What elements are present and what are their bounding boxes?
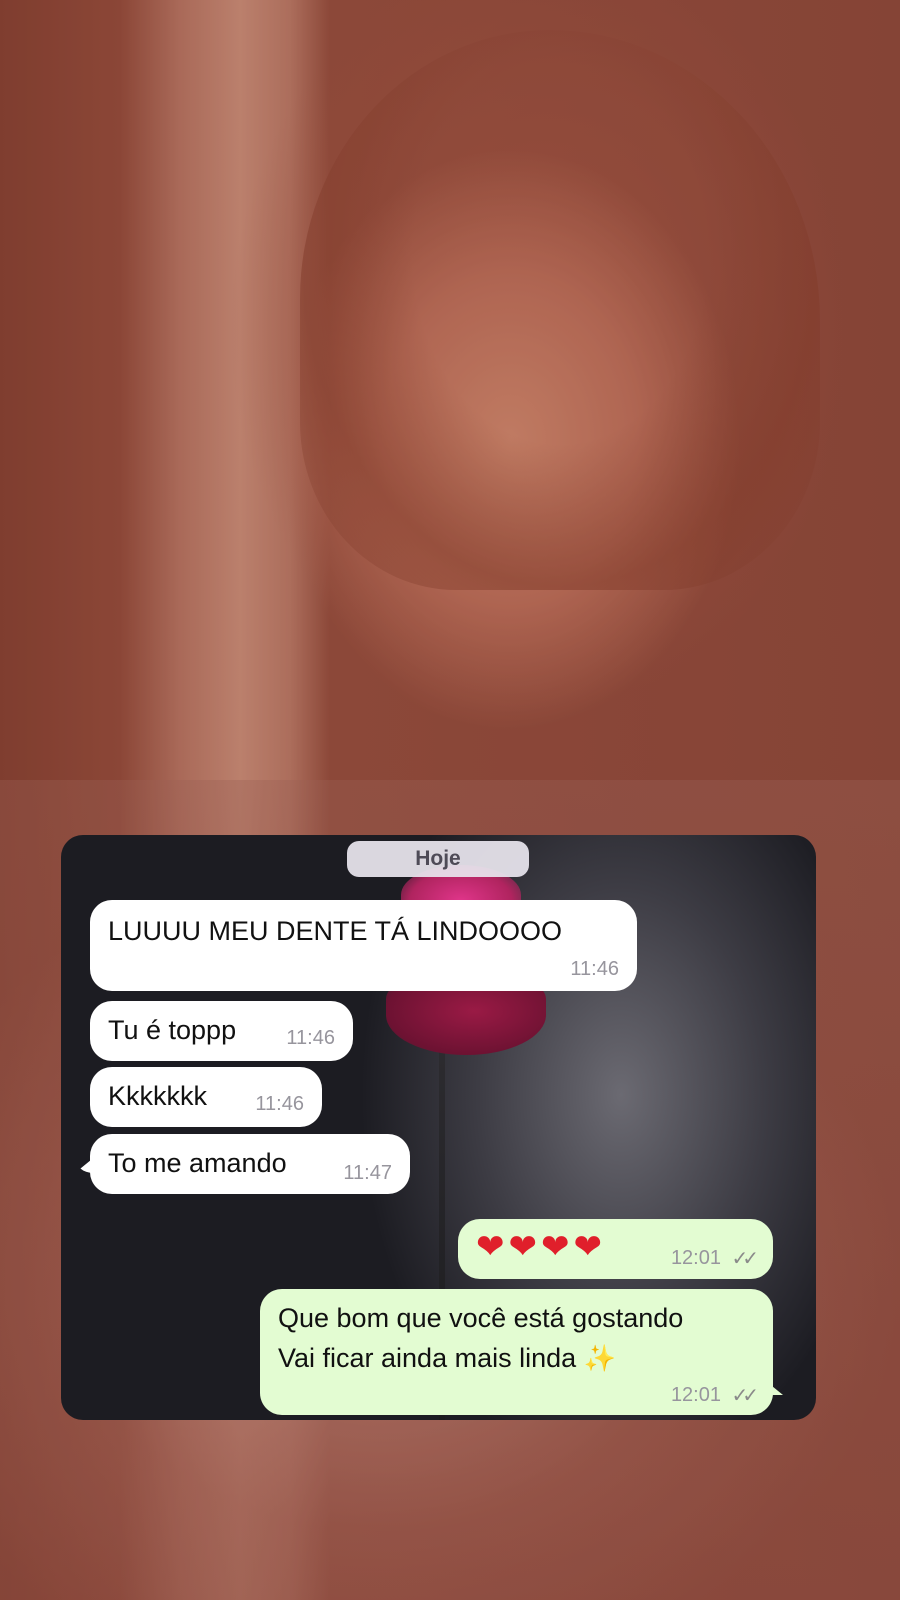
message-time: 11:46 <box>286 1027 335 1049</box>
message-text: Kkkkkkk <box>108 1081 208 1111</box>
date-separator: Hoje <box>347 841 529 877</box>
sparkles-emoji: ✨ <box>583 1343 617 1373</box>
message-bubble-incoming[interactable]: LUUUU MEU DENTE TÁ LINDOOOO 11:46 <box>90 900 637 991</box>
read-receipt-icon: ✓✓ <box>731 1385 758 1407</box>
message-bubble-outgoing[interactable]: ❤❤❤❤ 12:01 ✓✓ <box>458 1219 773 1279</box>
chat-screenshot: Hoje LUUUU MEU DENTE TÁ LINDOOOO 11:46 T… <box>61 835 816 1420</box>
message-time: 11:46 <box>570 958 619 980</box>
hearts-emoji: ❤❤❤❤ <box>476 1228 606 1266</box>
message-time: 11:47 <box>343 1162 392 1184</box>
message-text-line-2: Vai ficar ainda mais linda ✨ <box>278 1343 616 1374</box>
message-text-line-2-text: Vai ficar ainda mais linda <box>278 1343 577 1373</box>
message-time: 12:01 <box>670 1384 721 1406</box>
message-text: Tu é toppp <box>108 1015 237 1045</box>
read-receipt-icon: ✓✓ <box>731 1248 758 1270</box>
message-time: 12:01 <box>670 1247 721 1269</box>
message-text: To me amando <box>108 1148 287 1178</box>
message-text-line-1: Que bom que você está gostando <box>278 1303 684 1333</box>
message-bubble-incoming[interactable]: Kkkkkkk 11:46 <box>90 1067 322 1127</box>
message-bubble-incoming[interactable]: Tu é toppp 11:46 <box>90 1001 353 1061</box>
message-bubble-incoming[interactable]: To me amando 11:47 <box>90 1134 410 1194</box>
message-bubble-outgoing[interactable]: Que bom que você está gostando Vai ficar… <box>260 1289 773 1415</box>
message-text: LUUUU MEU DENTE TÁ LINDOOOO <box>108 916 563 946</box>
message-time: 11:46 <box>255 1093 304 1115</box>
